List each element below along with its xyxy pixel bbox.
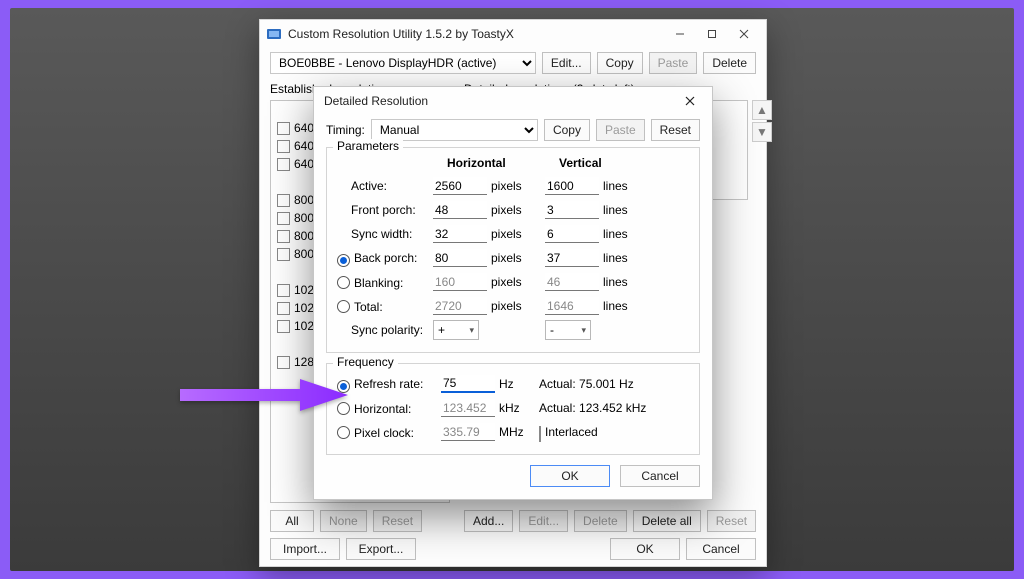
front-porch-h-input[interactable]	[433, 201, 487, 219]
blanking-h-input	[433, 273, 487, 291]
checkbox-icon[interactable]	[277, 248, 290, 261]
radio-off-icon	[337, 300, 350, 313]
export-button[interactable]: Export...	[346, 538, 416, 560]
copy-display-button[interactable]: Copy	[597, 52, 643, 74]
sync-polarity-v-select[interactable]: -▾	[545, 320, 591, 340]
dialog-ok-button[interactable]: OK	[530, 465, 610, 487]
paste-display-button[interactable]: Paste	[649, 52, 698, 74]
checkbox-icon[interactable]	[277, 194, 290, 207]
titlebar[interactable]: Custom Resolution Utility 1.5.2 by Toast…	[260, 20, 766, 48]
parameters-group: Parameters Horizontal Vertical Active: p…	[326, 147, 700, 353]
dialog-copy-button[interactable]: Copy	[544, 119, 590, 141]
detailed-add-button[interactable]: Add...	[464, 510, 513, 532]
col-horizontal-header: Horizontal	[447, 156, 559, 170]
close-button[interactable]	[728, 20, 760, 48]
frequency-horizontal-actual-label: Actual: 123.452 kHz	[539, 401, 689, 415]
parameters-legend: Parameters	[333, 139, 403, 153]
refresh-rate-radio[interactable]: Refresh rate:	[337, 377, 441, 391]
refresh-actual-label: Actual: 75.001 Hz	[539, 377, 689, 391]
checkbox-icon[interactable]	[277, 302, 290, 315]
chevron-down-icon: ▾	[469, 325, 474, 336]
radio-off-icon	[337, 402, 350, 415]
checkbox-icon[interactable]	[277, 212, 290, 225]
active-h-input[interactable]	[433, 177, 487, 195]
move-down-button[interactable]: ▼	[752, 122, 772, 142]
window-title: Custom Resolution Utility 1.5.2 by Toast…	[288, 27, 664, 41]
active-label: Active:	[337, 179, 433, 193]
checkbox-icon[interactable]	[277, 230, 290, 243]
front-porch-v-input[interactable]	[545, 201, 599, 219]
total-v-input	[545, 297, 599, 315]
established-none-button[interactable]: None	[320, 510, 367, 532]
checkbox-icon[interactable]	[277, 122, 290, 135]
interlaced-checkbox[interactable]	[539, 426, 541, 442]
timing-label: Timing:	[326, 123, 365, 137]
front-porch-label: Front porch:	[337, 203, 433, 217]
pixel-clock-radio[interactable]: Pixel clock:	[337, 424, 441, 440]
arrow-up-icon: ▲	[756, 103, 768, 117]
frequency-group: Frequency Refresh rate: Hz Actual: 75.00…	[326, 363, 700, 455]
detailed-delete-button[interactable]: Delete	[574, 510, 627, 532]
move-up-button[interactable]: ▲	[752, 100, 772, 120]
frequency-legend: Frequency	[333, 355, 398, 369]
dialog-title: Detailed Resolution	[320, 94, 674, 108]
main-ok-button[interactable]: OK	[610, 538, 680, 560]
detailed-reset-button[interactable]: Reset	[707, 510, 756, 532]
display-select[interactable]: BOE0BBE - Lenovo DisplayHDR (active)	[270, 52, 536, 74]
checkbox-icon[interactable]	[277, 356, 290, 369]
blanking-radio[interactable]: Blanking:	[337, 274, 433, 290]
dialog-close-button[interactable]	[674, 87, 706, 115]
sync-width-h-input[interactable]	[433, 225, 487, 243]
interlaced-label: Interlaced	[545, 425, 598, 439]
col-vertical-header: Vertical	[559, 156, 671, 170]
frequency-horizontal-radio[interactable]: Horizontal:	[337, 400, 441, 416]
pixel-clock-input	[441, 423, 495, 441]
dialog-reset-button[interactable]: Reset	[651, 119, 700, 141]
checkbox-icon[interactable]	[277, 284, 290, 297]
blanking-v-input	[545, 273, 599, 291]
radio-off-icon	[337, 276, 350, 289]
cru-app-icon	[266, 26, 282, 42]
back-porch-radio[interactable]: Back porch:	[337, 251, 433, 265]
dialog-paste-button[interactable]: Paste	[596, 119, 645, 141]
detailed-delete-all-button[interactable]: Delete all	[633, 510, 701, 532]
detailed-resolution-dialog: Detailed Resolution Timing: Manual Copy …	[313, 86, 713, 500]
active-v-input[interactable]	[545, 177, 599, 195]
checkbox-icon[interactable]	[277, 320, 290, 333]
sync-polarity-label: Sync polarity:	[337, 323, 433, 337]
refresh-rate-input[interactable]	[441, 375, 495, 393]
radio-on-icon	[337, 254, 350, 267]
import-button[interactable]: Import...	[270, 538, 340, 560]
chevron-down-icon: ▾	[581, 325, 586, 336]
established-reset-button[interactable]: Reset	[373, 510, 422, 532]
radio-off-icon	[337, 426, 350, 439]
established-all-button[interactable]: All	[270, 510, 314, 532]
back-porch-v-input[interactable]	[545, 249, 599, 267]
maximize-button[interactable]	[696, 20, 728, 48]
edit-display-button[interactable]: Edit...	[542, 52, 591, 74]
delete-display-button[interactable]: Delete	[703, 52, 756, 74]
radio-on-icon	[337, 380, 350, 393]
sync-width-label: Sync width:	[337, 227, 433, 241]
checkbox-icon[interactable]	[277, 158, 290, 171]
main-cancel-button[interactable]: Cancel	[686, 538, 756, 560]
arrow-down-icon: ▼	[756, 125, 768, 139]
sync-polarity-h-select[interactable]: +▾	[433, 320, 479, 340]
dialog-cancel-button[interactable]: Cancel	[620, 465, 700, 487]
frequency-horizontal-input	[441, 399, 495, 417]
timing-select[interactable]: Manual	[371, 119, 538, 141]
back-porch-h-input[interactable]	[433, 249, 487, 267]
minimize-button[interactable]	[664, 20, 696, 48]
sync-width-v-input[interactable]	[545, 225, 599, 243]
total-h-input	[433, 297, 487, 315]
total-radio[interactable]: Total:	[337, 298, 433, 314]
detailed-edit-button[interactable]: Edit...	[519, 510, 568, 532]
checkbox-icon[interactable]	[277, 140, 290, 153]
